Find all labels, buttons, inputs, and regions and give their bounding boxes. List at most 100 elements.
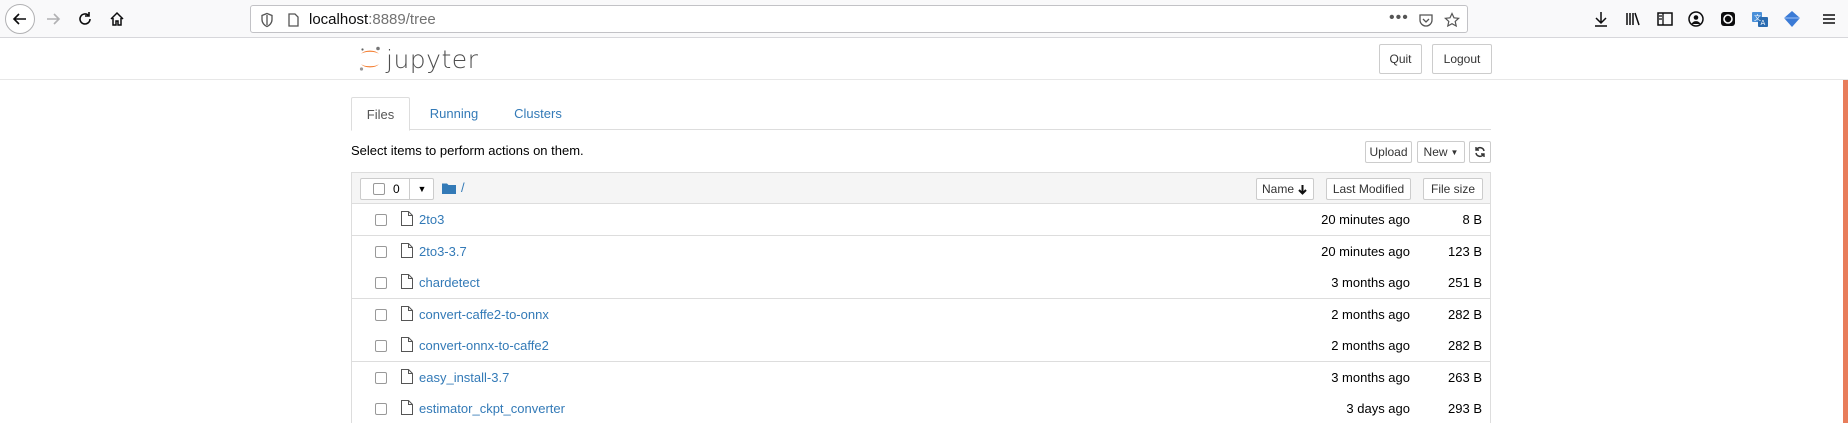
file-modified: 2 months ago [1331, 338, 1410, 353]
file-name-link[interactable]: convert-onnx-to-caffe2 [419, 338, 549, 353]
file-row[interactable]: convert-onnx-to-caffe2 2 months ago 282 B [351, 330, 1491, 362]
file-icon [401, 400, 413, 415]
file-list-header: 0 ▼ / Name Last Modified File size [351, 172, 1491, 204]
file-modified: 20 minutes ago [1321, 212, 1410, 227]
shield-icon[interactable] [259, 12, 275, 28]
file-modified: 3 months ago [1331, 369, 1410, 385]
jupyter-logo-icon [359, 46, 380, 71]
extension-button[interactable] [1718, 9, 1738, 29]
tab-bar: Files Running Clusters [351, 97, 1491, 131]
select-dropdown-button[interactable]: ▼ [409, 179, 434, 199]
file-name-link[interactable]: estimator_ckpt_converter [419, 401, 565, 416]
caret-down-icon: ▼ [417, 184, 427, 194]
file-name-link[interactable]: 2to3 [419, 212, 444, 227]
file-row[interactable]: chardetect 3 months ago 251 B [351, 267, 1491, 299]
file-size: 263 B [1448, 369, 1482, 385]
sidebar-icon [1657, 12, 1673, 26]
account-icon [1688, 11, 1704, 27]
file-name-link[interactable]: 2to3-3.7 [419, 244, 467, 259]
back-icon [12, 13, 26, 25]
more-icon[interactable]: ••• [1389, 9, 1409, 27]
account-button[interactable] [1686, 9, 1706, 29]
home-icon [110, 11, 124, 26]
file-modified: 3 days ago [1346, 401, 1410, 416]
file-name-link[interactable]: chardetect [419, 275, 480, 290]
download-icon [1595, 12, 1607, 27]
bookmark-star-icon[interactable] [1444, 12, 1460, 28]
file-modified: 3 months ago [1331, 275, 1410, 290]
file-checkbox[interactable] [375, 371, 387, 384]
file-icon [401, 368, 413, 384]
logout-button[interactable]: Logout [1432, 44, 1492, 74]
file-row[interactable]: easy_install-3.7 3 months ago 263 B [351, 361, 1491, 394]
sidebar-button[interactable] [1655, 9, 1675, 29]
breadcrumb-root[interactable]: / [461, 180, 465, 195]
svg-text:A: A [1761, 19, 1766, 27]
file-row[interactable]: estimator_ckpt_converter 3 days ago 293 B [351, 393, 1491, 423]
reload-icon [79, 12, 91, 25]
pocket-icon[interactable] [1418, 12, 1434, 28]
url-text[interactable]: localhost:8889/tree [309, 11, 436, 28]
file-checkbox[interactable] [375, 340, 387, 352]
library-button[interactable] [1623, 9, 1643, 29]
url-host: localhost [309, 11, 369, 28]
tab-clusters[interactable]: Clusters [497, 97, 579, 130]
home-button[interactable] [102, 4, 132, 34]
browser-toolbar: localhost:8889/tree ••• 文A [0, 0, 1848, 38]
refresh-icon [1475, 147, 1485, 157]
new-dropdown-button[interactable]: New ▼ [1417, 141, 1465, 163]
file-row[interactable]: 2to3-3.7 20 minutes ago 123 B [351, 235, 1491, 268]
sort-size-button[interactable]: File size [1423, 178, 1483, 200]
file-icon [401, 305, 413, 321]
extension-blue-button[interactable] [1782, 9, 1802, 29]
url-path: :8889/tree [368, 11, 436, 28]
sort-modified-button[interactable]: Last Modified [1326, 178, 1411, 200]
back-button[interactable] [5, 4, 35, 34]
file-size: 282 B [1448, 338, 1482, 353]
file-icon [401, 274, 413, 289]
file-name-link[interactable]: convert-caffe2-to-onnx [419, 307, 549, 322]
file-checkbox[interactable] [375, 277, 387, 289]
caret-down-icon: ▼ [1450, 147, 1459, 157]
page-icon[interactable] [285, 12, 301, 28]
translate-icon: 文A [1752, 12, 1768, 27]
forward-button[interactable] [38, 4, 68, 34]
tab-running[interactable]: Running [412, 97, 496, 130]
jupyter-header: jupyter Quit Logout [0, 38, 1848, 80]
file-size: 8 B [1462, 212, 1482, 227]
select-all-group[interactable]: 0 ▼ [360, 178, 434, 200]
url-bar[interactable]: localhost:8889/tree ••• [250, 5, 1468, 33]
file-checkbox[interactable] [375, 245, 387, 258]
translate-button[interactable]: 文A [1750, 9, 1770, 29]
select-all-checkbox[interactable] [373, 183, 385, 195]
sort-name-label: Name [1261, 182, 1294, 196]
tab-files[interactable]: Files [351, 97, 410, 131]
download-button[interactable] [1591, 9, 1611, 29]
file-checkbox[interactable] [375, 403, 387, 415]
extension-icon [1721, 12, 1735, 26]
file-size: 293 B [1448, 401, 1482, 416]
file-size: 282 B [1448, 306, 1482, 322]
file-checkbox[interactable] [375, 214, 387, 226]
menu-icon [1823, 14, 1835, 24]
file-name-link[interactable]: easy_install-3.7 [419, 370, 509, 385]
breadcrumb[interactable]: / [442, 180, 465, 195]
selected-count: 0 [393, 182, 400, 196]
jupyter-logo[interactable]: jupyter [358, 44, 478, 74]
file-checkbox[interactable] [375, 308, 387, 321]
quit-button[interactable]: Quit [1379, 44, 1422, 74]
file-size: 251 B [1448, 275, 1482, 290]
upload-button[interactable]: Upload [1365, 141, 1412, 163]
menu-button[interactable] [1819, 9, 1839, 29]
arrow-down-icon [1298, 184, 1307, 195]
refresh-button[interactable] [1469, 141, 1491, 163]
reload-button[interactable] [70, 4, 100, 34]
file-row[interactable]: 2to3 20 minutes ago 8 B [351, 204, 1491, 236]
forward-icon [47, 13, 61, 25]
file-modified: 2 months ago [1331, 306, 1410, 322]
file-row[interactable]: convert-caffe2-to-onnx 2 months ago 282 B [351, 298, 1491, 331]
folder-icon [442, 183, 456, 194]
file-modified: 20 minutes ago [1321, 243, 1410, 259]
extension-blue-icon [1784, 11, 1800, 27]
sort-name-button[interactable]: Name [1256, 178, 1314, 200]
